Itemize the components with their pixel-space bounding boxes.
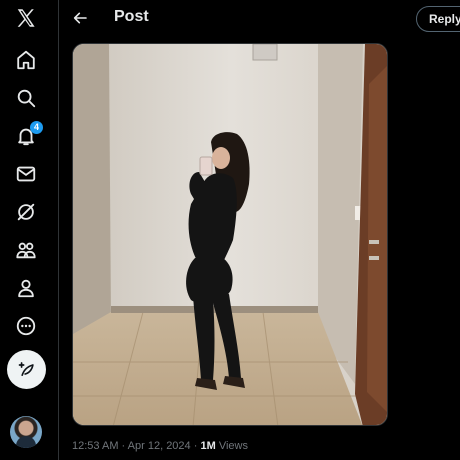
mirror-selfie-photo [73,44,387,425]
sidebar-nav: 4 [0,0,52,460]
sidebar-divider [58,0,59,460]
nav-x-logo[interactable] [6,3,46,33]
x-logo-icon [17,9,35,27]
post-media-photo[interactable] [72,43,388,426]
compose-button[interactable] [7,350,46,389]
post-time[interactable]: 12:53 AM [72,440,118,452]
nav-communities[interactable] [6,235,46,265]
nav-messages[interactable] [6,159,46,189]
nav-profile[interactable] [6,273,46,303]
page-title: Post [114,8,149,25]
arrow-left-icon [73,12,87,24]
meta-separator: · [193,440,198,452]
profile-icon [18,279,34,298]
search-icon [17,89,36,108]
more-icon [16,316,36,336]
notifications-badge: 4 [30,121,43,134]
messages-icon [16,166,36,182]
reply-button[interactable]: Reply [416,6,460,32]
compose-icon [18,361,34,376]
app: 4 Post Reply 12:53 AM · Apr 12, 2024 · 1… [0,0,460,460]
post-meta: 12:53 AM · Apr 12, 2024 · 1M Views [72,440,248,452]
nav-more[interactable] [6,311,46,341]
meta-separator: · [121,440,126,452]
views-label: Views [218,440,248,452]
grok-icon [17,203,35,221]
account-avatar[interactable] [10,416,42,448]
post-date[interactable]: Apr 12, 2024 [128,440,191,452]
home-icon [17,50,35,70]
communities-icon [16,242,36,259]
nav-home[interactable] [6,45,46,75]
nav-notifications[interactable]: 4 [6,121,46,151]
views-count: 1M [200,440,216,452]
nav-grok[interactable] [6,197,46,227]
back-button[interactable] [68,6,92,30]
nav-explore[interactable] [6,83,46,113]
